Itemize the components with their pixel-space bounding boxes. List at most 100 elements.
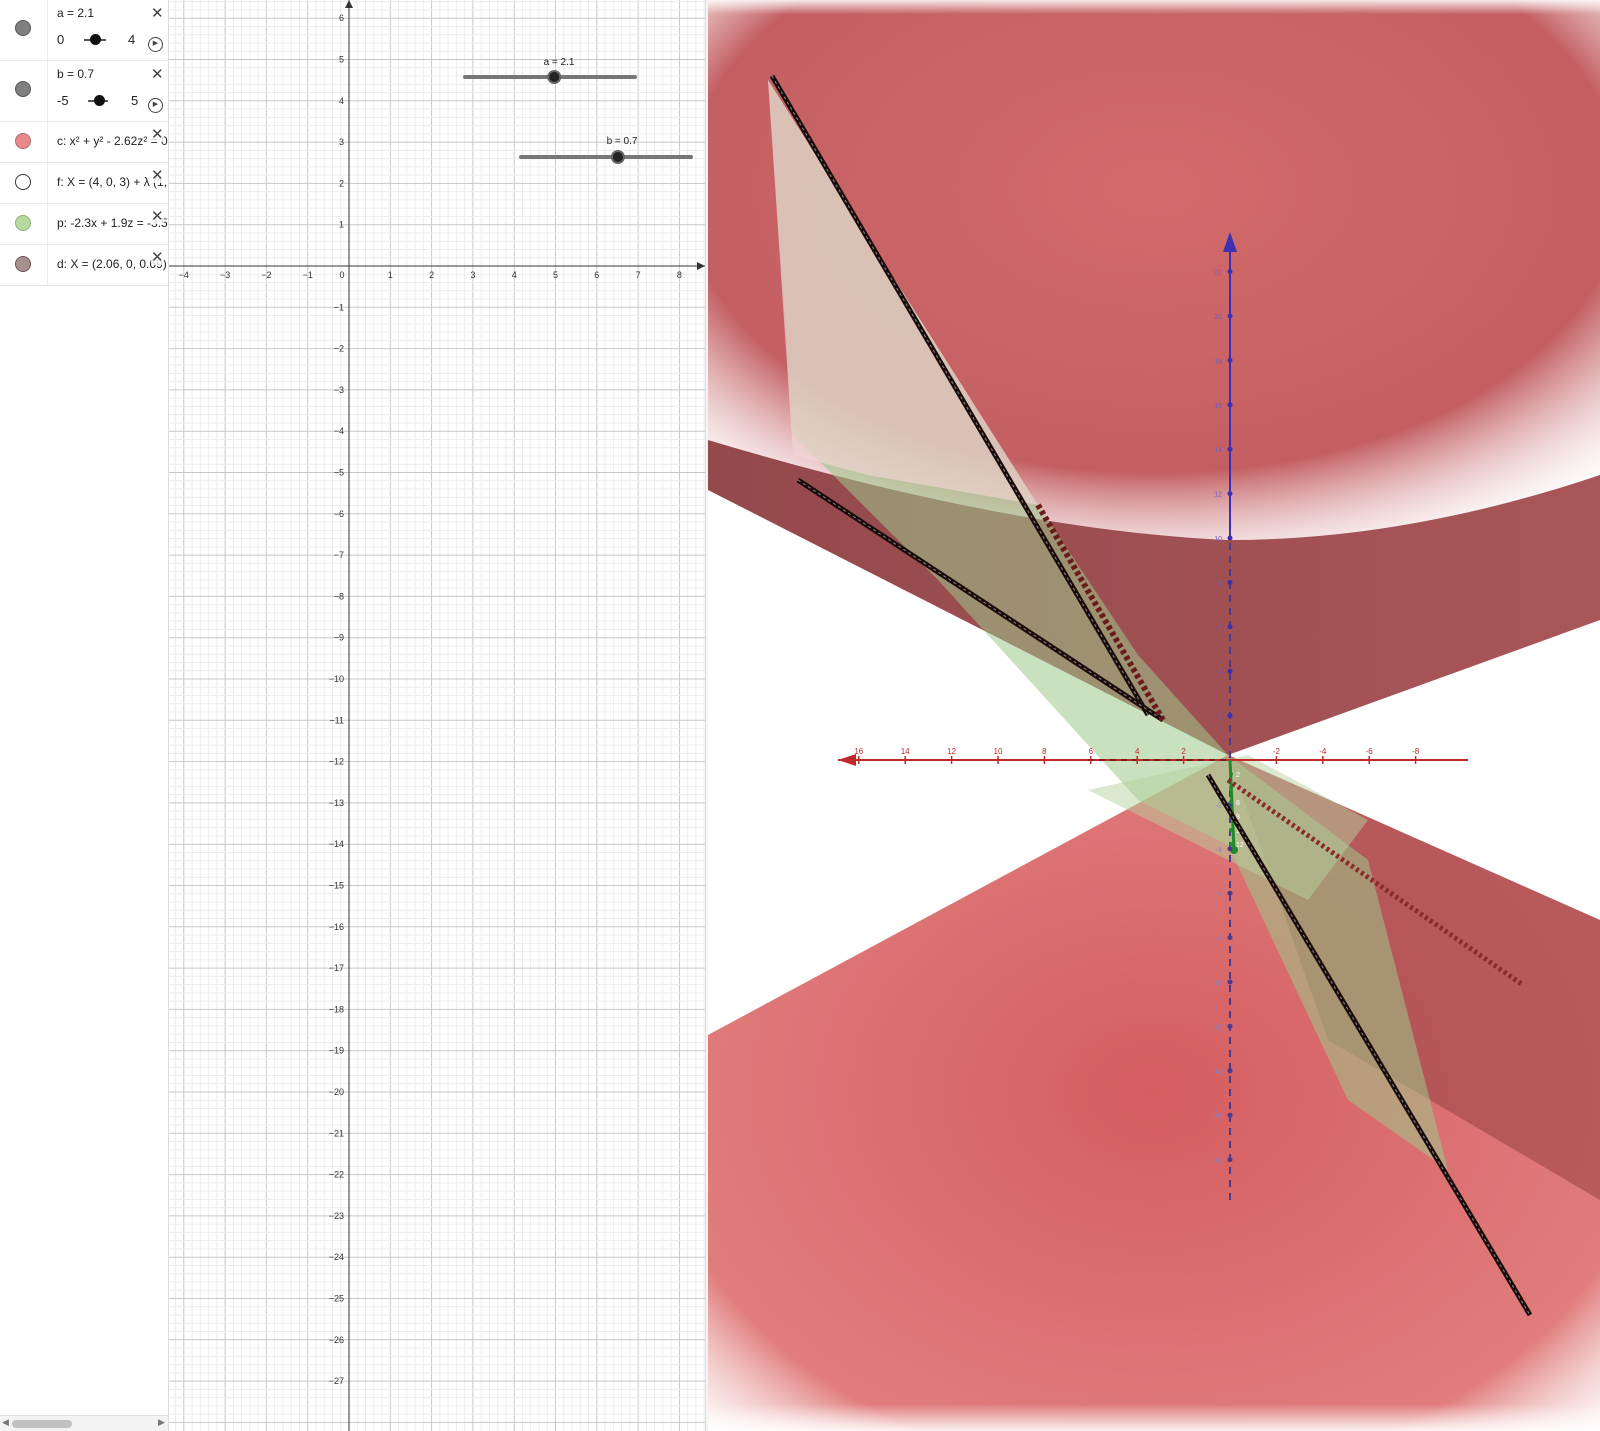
close-icon[interactable]: ✕ [151, 209, 164, 224]
x-tick-label: −4 [179, 270, 189, 280]
y-tick-labels: 6 5 4 3 2 1 −1 −2 −3 −4 −5 −6 −7 −8 −9 −10 −11 −12 −13 −14 −… [329, 13, 344, 1386]
horizontal-scrollbar[interactable]: ◀ ▶ [0, 1415, 168, 1431]
y-tick-label: −7 [334, 550, 344, 560]
slider-a-knob[interactable] [547, 70, 562, 84]
close-icon[interactable]: ✕ [151, 67, 164, 82]
z-3d-tick-label: -14 [1212, 1069, 1222, 1076]
z-3d-tick-label: 16 [1214, 403, 1222, 410]
play-icon[interactable]: ▶ [148, 98, 163, 113]
slider-a-label: a = 2.1 [544, 57, 575, 68]
graphics-view-3d[interactable]: 16 14 12 10 8 6 4 2 -2 -4 -6 -8 2 4 6 8 10 12 14 16 18 20 22 -… [708, 0, 1600, 1431]
algebra-item-a[interactable]: a = 2.1 ✕ 0 4 ▶ [0, 0, 168, 61]
close-icon[interactable]: ✕ [151, 6, 164, 21]
visibility-toggle-d[interactable] [15, 256, 31, 272]
x-3d-tick-label: -6 [1366, 747, 1374, 756]
y-tick-label: −21 [329, 1128, 344, 1138]
x-axis-arrow-icon [838, 754, 856, 766]
slider-max-label: 5 [131, 93, 139, 108]
z-3d-tick-label: 22 [1214, 270, 1222, 277]
close-icon[interactable]: ✕ [151, 250, 164, 265]
x-tick-label: 4 [512, 270, 517, 280]
x-tick-label: −2 [261, 270, 271, 280]
visibility-toggle-p[interactable] [15, 215, 31, 231]
x-tick-label: −3 [220, 270, 230, 280]
z-3d-tick-label: -18 [1212, 1158, 1222, 1165]
y-tick-label: −14 [329, 839, 344, 849]
x-tick-label: 7 [636, 270, 641, 280]
slider-min-label: -5 [57, 93, 69, 108]
scrollbar-thumb[interactable] [12, 1420, 72, 1428]
y-tick-label: −23 [329, 1211, 344, 1221]
y-tick-label: −10 [329, 674, 344, 684]
y-3d-tick-label: 12 [1236, 842, 1244, 849]
algebra-item-d[interactable]: d: X = (2.06, 0, 0.69) ✕ [0, 245, 168, 286]
y-tick-label: −8 [334, 591, 344, 601]
x-tick-label: 3 [470, 270, 475, 280]
z-3d-tick-label: -8 [1216, 936, 1222, 943]
y-tick-label: 4 [339, 96, 344, 106]
play-icon[interactable]: ▶ [148, 37, 163, 52]
cone-c-lower[interactable] [708, 755, 1600, 1431]
y-tick-label: −1 [334, 302, 344, 312]
y-tick-label: −9 [334, 633, 344, 643]
graphics-view-2d[interactable]: −4 −3 −2 −1 0 1 2 3 4 5 6 7 8 654321−1−2−3−4−5−6−7−8… [169, 0, 705, 1431]
z-3d-tick-label: -2 [1216, 802, 1222, 809]
slider-b[interactable]: b = 0.7 [519, 136, 693, 164]
scroll-right-arrow-icon[interactable]: ▶ [158, 1417, 165, 1428]
slider-b-knob[interactable] [610, 150, 625, 164]
y-tick-label: −2 [334, 344, 344, 354]
y-tick-label: −11 [329, 715, 344, 725]
z-3d-tick-label: 4 [1218, 669, 1222, 676]
scroll-left-arrow-icon[interactable]: ◀ [2, 1417, 9, 1428]
x-tick-label: 8 [677, 270, 682, 280]
z-3d-tick-label: -10 [1212, 980, 1222, 987]
y-tick-label: 6 [339, 13, 344, 23]
y-tick-label: −22 [329, 1170, 344, 1180]
mini-slider-knob-a[interactable] [90, 34, 102, 45]
x-3d-tick-label: 6 [1089, 747, 1094, 756]
x-tick-label: 1 [388, 270, 393, 280]
y-tick-label: −6 [334, 509, 344, 519]
y-tick-label: −13 [329, 798, 344, 808]
algebra-item-c[interactable]: c: x² + y² - 2.62z² = 0 ✕ [0, 122, 168, 163]
algebra-item-p[interactable]: p: -2.3x + 1.9z = -3.5 ✕ [0, 204, 168, 245]
x-axis-3d-ticks: 16 14 12 10 8 6 4 2 -2 -4 -6 -8 [854, 747, 1420, 764]
y-tick-label: −5 [334, 468, 344, 478]
visibility-toggle-c[interactable] [15, 133, 31, 149]
visibility-toggle-b[interactable] [15, 81, 31, 97]
z-3d-tick-label: -12 [1212, 1024, 1222, 1031]
visibility-toggle-f[interactable] [15, 174, 31, 190]
close-icon[interactable]: ✕ [151, 168, 164, 183]
slider-a[interactable]: a = 2.1 [463, 57, 637, 84]
z-3d-tick-label: 18 [1214, 358, 1222, 365]
z-3d-tick-label: 14 [1214, 447, 1222, 454]
slider-b-label: b = 0.7 [607, 136, 638, 147]
x-tick-label: 6 [594, 270, 599, 280]
x-3d-tick-label: 12 [947, 747, 956, 756]
y-tick-label: −27 [329, 1376, 344, 1386]
x-tick-label: 0 [339, 270, 344, 280]
y-tick-label: 2 [339, 178, 344, 188]
y-tick-label: −20 [329, 1087, 344, 1097]
algebra-item-label[interactable]: a = 2.1 [57, 6, 94, 20]
algebra-item-b[interactable]: b = 0.7 ✕ -5 5 ▶ [0, 61, 168, 122]
y-3d-tick-label: 6 [1236, 800, 1240, 807]
z-3d-tick-label: 10 [1214, 536, 1222, 543]
algebra-item-f[interactable]: f: X = (4, 0, 3) + λ (1, 0, 1.2) ✕ [0, 163, 168, 204]
y-tick-label: −4 [334, 426, 344, 436]
algebra-item-label[interactable]: b = 0.7 [57, 67, 94, 81]
z-3d-tick-label: 2 [1218, 714, 1222, 721]
z-3d-tick-label: 12 [1214, 492, 1222, 499]
y-tick-label: −18 [329, 1004, 344, 1014]
y-tick-label: −19 [329, 1046, 344, 1056]
x-3d-tick-label: -4 [1319, 747, 1327, 756]
x-3d-tick-label: -8 [1412, 747, 1420, 756]
x-3d-tick-label: -2 [1273, 747, 1281, 756]
close-icon[interactable]: ✕ [151, 127, 164, 142]
x-tick-label: −1 [303, 270, 313, 280]
y-tick-label: −17 [329, 963, 344, 973]
visibility-toggle-a[interactable] [15, 20, 31, 36]
mini-slider-knob-b[interactable] [93, 95, 105, 106]
algebra-view: a = 2.1 ✕ 0 4 ▶ b = 0.7 ✕ -5 5 ▶ c: x² +… [0, 0, 169, 1431]
z-3d-tick-label: -4 [1216, 847, 1222, 854]
